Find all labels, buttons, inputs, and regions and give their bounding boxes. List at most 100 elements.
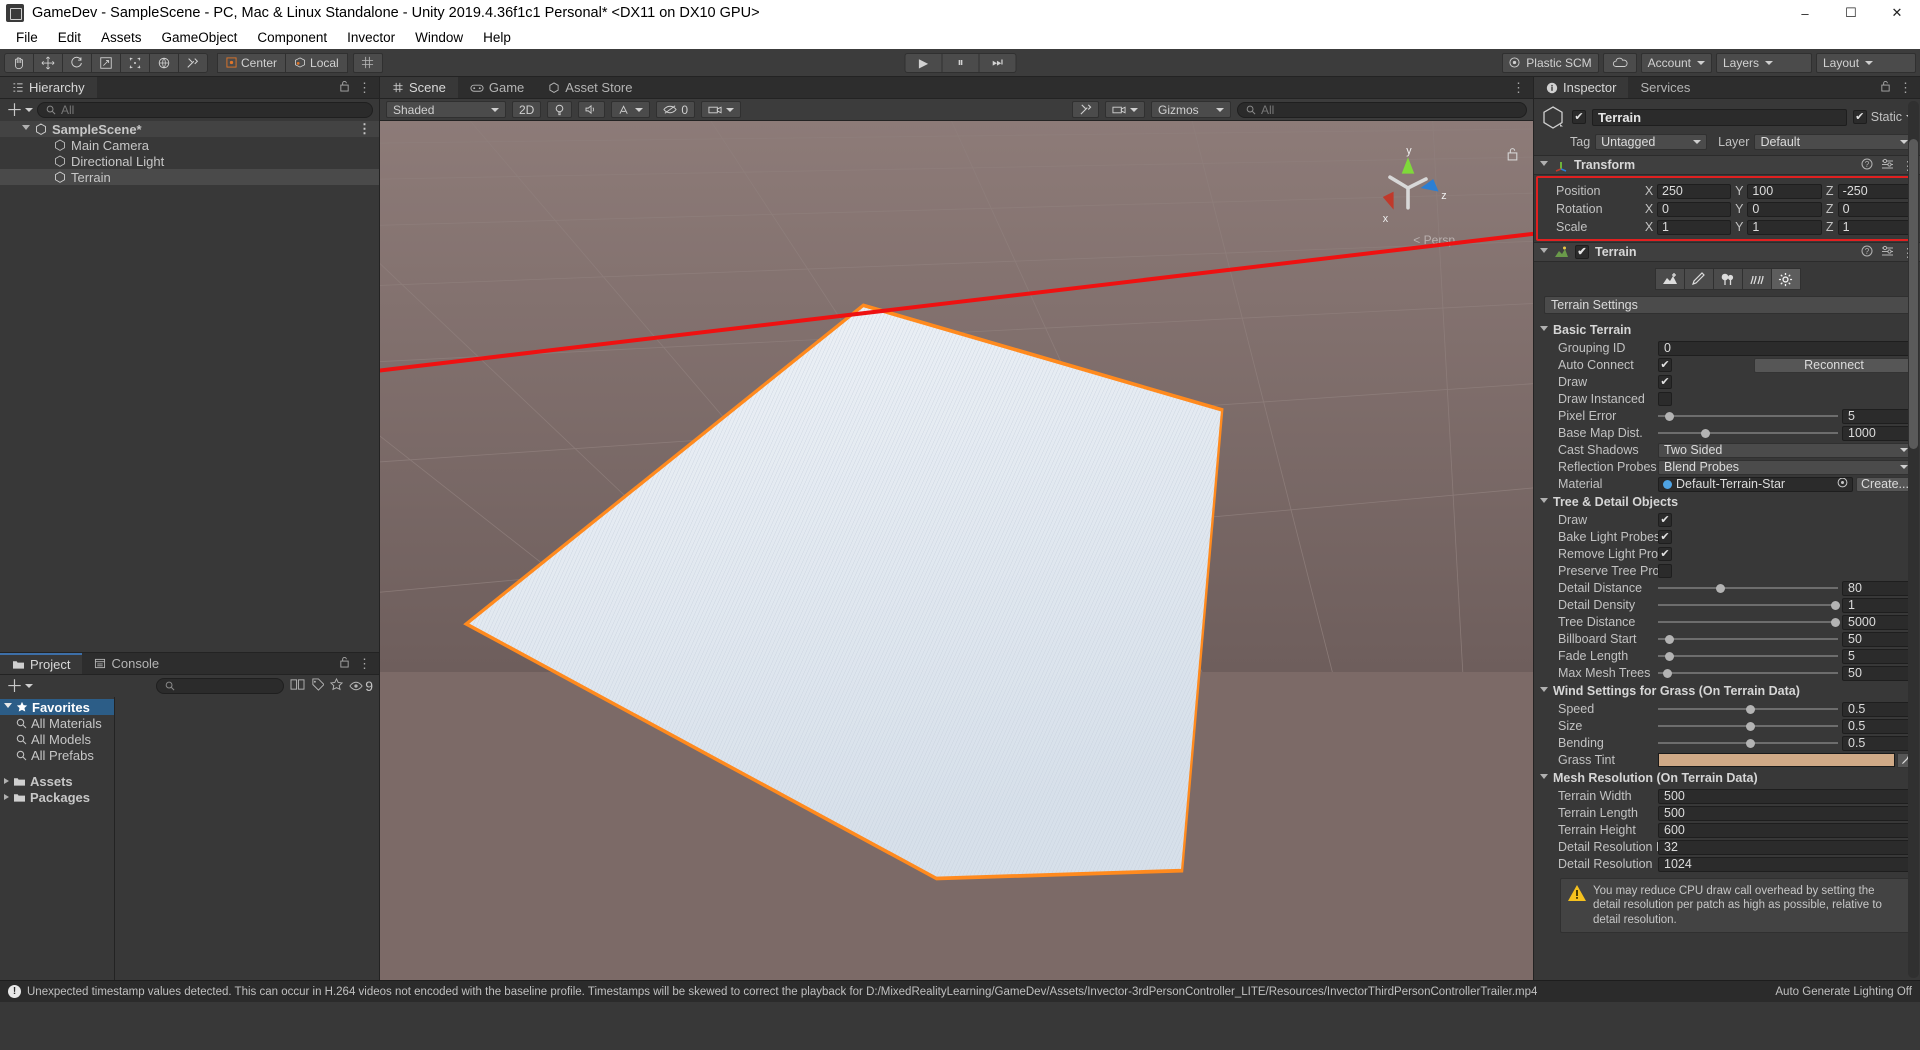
- chevron-right-icon[interactable]: [4, 794, 9, 800]
- terrain-length-input[interactable]: 500: [1658, 805, 1914, 821]
- preset-icon[interactable]: [1881, 245, 1894, 260]
- reconnect-button[interactable]: Reconnect: [1754, 357, 1914, 373]
- maximize-button[interactable]: ☐: [1828, 0, 1874, 26]
- preserve-tree-prototypes-checkbox[interactable]: [1658, 564, 1672, 578]
- scene-view-mode-icon[interactable]: [1105, 101, 1145, 118]
- scene-audio-toggle[interactable]: [578, 101, 606, 118]
- plastic-scm-button[interactable]: Plastic SCM: [1502, 52, 1599, 73]
- scene-settings-icon[interactable]: [1072, 101, 1099, 118]
- hierarchy-row-terrain[interactable]: Terrain: [0, 169, 379, 185]
- chevron-down-icon[interactable]: [1540, 774, 1548, 782]
- hierarchy-menu-icon[interactable]: ⋮: [358, 80, 371, 96]
- move-tool-icon[interactable]: [33, 52, 63, 73]
- auto-connect-checkbox[interactable]: [1658, 358, 1672, 372]
- fade-length-slider[interactable]: [1658, 649, 1838, 664]
- scene-lock-icon[interactable]: [1506, 147, 1519, 164]
- project-menu-icon[interactable]: ⋮: [358, 656, 371, 672]
- tab-asset-store[interactable]: Asset Store: [536, 77, 644, 98]
- project-search-input[interactable]: [155, 678, 285, 694]
- chevron-right-icon[interactable]: [4, 778, 9, 784]
- menu-item-edit[interactable]: Edit: [48, 26, 91, 49]
- terrain-enabled-checkbox[interactable]: [1575, 245, 1589, 259]
- project-item-all-materials[interactable]: All Materials: [0, 715, 114, 731]
- help-icon[interactable]: ?: [1861, 245, 1873, 260]
- scene-lighting-toggle[interactable]: [547, 101, 573, 118]
- raise-lower-terrain-icon[interactable]: [1654, 268, 1685, 290]
- play-button[interactable]: ▶: [904, 52, 943, 73]
- tab-game[interactable]: Game: [458, 77, 536, 98]
- rotation-x-input[interactable]: 0: [1657, 201, 1732, 217]
- scene-axis-gizmo[interactable]: y x z: [1363, 143, 1453, 233]
- scale-z-input[interactable]: 1: [1837, 219, 1912, 235]
- project-tree[interactable]: Favorites All Materials All Models All P…: [0, 697, 115, 980]
- chevron-down-icon[interactable]: [1540, 498, 1548, 506]
- scene-menu-icon[interactable]: ⋮: [358, 121, 379, 137]
- paint-details-icon[interactable]: [1741, 268, 1772, 290]
- scene-hidden-objects[interactable]: 0: [656, 101, 696, 118]
- max-mesh-trees-input[interactable]: 50: [1842, 665, 1914, 681]
- transform-tool-icon[interactable]: [149, 52, 179, 73]
- close-button[interactable]: ✕: [1874, 0, 1920, 26]
- component-header-terrain[interactable]: Terrain ? ⋮: [1534, 242, 1920, 262]
- billboard-start-input[interactable]: 50: [1842, 631, 1914, 647]
- scene-gizmos-dropdown[interactable]: Gizmos: [1151, 101, 1231, 118]
- menu-item-assets[interactable]: Assets: [91, 26, 152, 49]
- inspector-menu-icon[interactable]: ⋮: [1899, 80, 1912, 96]
- grouping-id-input[interactable]: 0: [1658, 340, 1914, 356]
- wind-speed-input[interactable]: 0.5: [1842, 701, 1914, 717]
- hierarchy-search-input[interactable]: All: [37, 102, 373, 118]
- wind-speed-slider[interactable]: [1658, 702, 1838, 717]
- object-name-input[interactable]: Terrain: [1592, 108, 1847, 126]
- project-item-all-prefabs[interactable]: All Prefabs: [0, 747, 114, 763]
- layers-button[interactable]: Layers: [1716, 52, 1812, 73]
- preset-icon[interactable]: [1881, 158, 1894, 173]
- scale-y-input[interactable]: 1: [1747, 219, 1822, 235]
- chevron-down-icon[interactable]: [4, 703, 12, 711]
- grass-tint-color-field[interactable]: [1658, 753, 1895, 767]
- rect-tool-icon[interactable]: [120, 52, 150, 73]
- wind-size-slider[interactable]: [1658, 719, 1838, 734]
- detail-resolution-input[interactable]: 1024: [1658, 856, 1914, 872]
- scene-search-input[interactable]: All: [1237, 101, 1527, 118]
- terrain-object[interactable]: [380, 121, 1533, 980]
- cast-shadows-dropdown[interactable]: Two Sided: [1658, 442, 1914, 458]
- scene-fx-dropdown[interactable]: [611, 101, 651, 118]
- scene-menu-icon[interactable]: ⋮: [1512, 80, 1525, 96]
- tab-inspector[interactable]: Inspector: [1534, 77, 1629, 98]
- pivot-space-button[interactable]: Local: [285, 52, 348, 73]
- detail-density-slider[interactable]: [1658, 598, 1840, 613]
- detail-distance-slider[interactable]: [1658, 581, 1838, 596]
- detail-resolution-per-patch-input[interactable]: 32: [1658, 839, 1914, 855]
- menu-item-invector[interactable]: Invector: [337, 26, 405, 49]
- cloud-button[interactable]: [1602, 52, 1637, 73]
- lock-icon[interactable]: [1880, 80, 1891, 95]
- hierarchy-tree[interactable]: SampleScene* ⋮ Main Camera Directional L…: [0, 121, 379, 652]
- material-object-field[interactable]: Default-Terrain-Star: [1658, 476, 1853, 492]
- draw-instanced-checkbox[interactable]: [1658, 392, 1672, 406]
- project-item-all-models[interactable]: All Models: [0, 731, 114, 747]
- paint-trees-icon[interactable]: [1712, 268, 1743, 290]
- chevron-down-icon[interactable]: [1540, 248, 1548, 256]
- wind-bending-slider[interactable]: [1658, 736, 1838, 751]
- create-material-button[interactable]: Create...: [1856, 476, 1914, 492]
- reflection-probes-dropdown[interactable]: Blend Probes: [1658, 459, 1914, 475]
- chevron-down-icon[interactable]: [1540, 326, 1548, 334]
- wind-bending-input[interactable]: 0.5: [1842, 735, 1914, 751]
- draw-checkbox[interactable]: [1658, 375, 1672, 389]
- hierarchy-row-scene[interactable]: SampleScene* ⋮: [0, 121, 379, 137]
- hierarchy-row-directional-light[interactable]: Directional Light: [0, 153, 379, 169]
- filter-by-type-icon[interactable]: [290, 678, 305, 694]
- chevron-down-icon[interactable]: [1540, 687, 1548, 695]
- menu-item-gameobject[interactable]: GameObject: [152, 26, 248, 49]
- lock-icon[interactable]: [339, 80, 350, 95]
- billboard-start-slider[interactable]: [1658, 632, 1838, 647]
- base-map-dist-slider[interactable]: [1658, 426, 1838, 441]
- section-mesh-resolution[interactable]: Mesh Resolution (On Terrain Data): [1534, 768, 1920, 787]
- detail-density-input[interactable]: 1: [1842, 597, 1914, 613]
- tab-scene[interactable]: Scene: [380, 77, 458, 98]
- rotate-tool-icon[interactable]: [62, 52, 92, 73]
- custom-tool-icon[interactable]: [178, 52, 208, 73]
- section-basic-terrain[interactable]: Basic Terrain: [1534, 320, 1920, 339]
- scene-camera-dropdown[interactable]: [701, 101, 742, 118]
- pause-button[interactable]: ⏸: [941, 52, 980, 73]
